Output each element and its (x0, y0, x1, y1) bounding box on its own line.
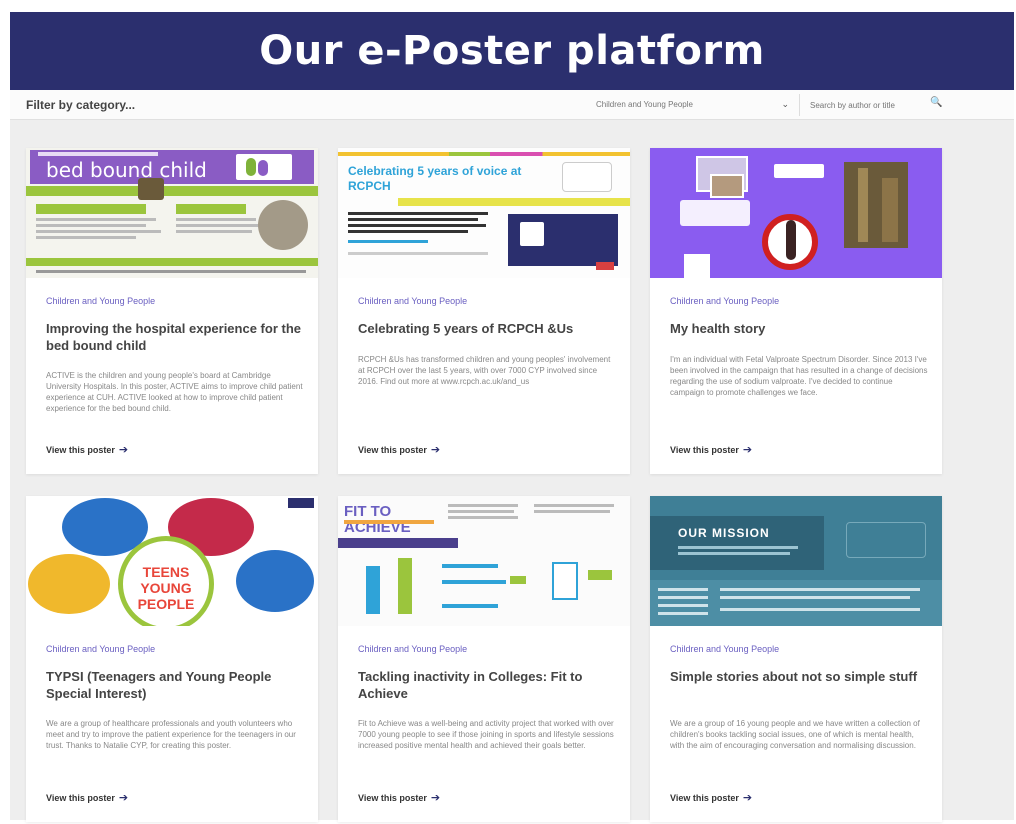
card-description: RCPCH &Us has transformed children and y… (358, 355, 611, 386)
platform-banner: Our e-Poster platform (10, 12, 1014, 90)
thumbnail-heading: TEENS YOUNG PEOPLE (137, 564, 195, 612)
view-poster-link[interactable]: View this poster ➔ (358, 791, 440, 804)
card-title[interactable]: My health story (670, 320, 926, 337)
view-poster-link[interactable]: View this poster ➔ (46, 791, 128, 804)
view-poster-label: View this poster (670, 793, 739, 803)
view-poster-link[interactable]: View this poster ➔ (670, 791, 752, 804)
poster-thumbnail[interactable]: FIT TO ACHIEVE (338, 496, 630, 626)
arrow-right-icon: ➔ (742, 444, 753, 456)
card-description: ACTIVE is the children and young people'… (46, 371, 303, 413)
poster-card[interactable]: bed bound child Children and Young Peopl… (26, 148, 318, 474)
poster-thumbnail[interactable] (650, 148, 942, 278)
thumbnail-heading: Celebrating 5 years of voice at RCPCH (348, 164, 522, 193)
card-title[interactable]: TYPSI (Teenagers and Young People Specia… (46, 668, 302, 702)
arrow-right-icon: ➔ (430, 792, 441, 804)
card-category[interactable]: Children and Young People (358, 644, 467, 654)
poster-thumbnail[interactable]: TEENS YOUNG PEOPLE (26, 496, 318, 626)
card-category[interactable]: Children and Young People (670, 644, 779, 654)
arrow-right-icon: ➔ (118, 444, 129, 456)
category-select-value: Children and Young People (596, 100, 693, 109)
search-icon[interactable]: 🔍 (930, 97, 942, 108)
card-title[interactable]: Celebrating 5 years of RCPCH &Us (358, 320, 614, 337)
card-description: Fit to Achieve was a well-being and acti… (358, 719, 614, 750)
card-category[interactable]: Children and Young People (46, 296, 155, 306)
poster-card[interactable]: Children and Young People My health stor… (650, 148, 942, 474)
arrow-right-icon: ➔ (742, 792, 753, 804)
arrow-right-icon: ➔ (430, 444, 441, 456)
thumbnail-heading: bed bound child (46, 158, 207, 182)
poster-thumbnail[interactable]: OUR MISSION (650, 496, 942, 626)
poster-card[interactable]: TEENS YOUNG PEOPLE Children and Young Pe… (26, 496, 318, 822)
view-poster-link[interactable]: View this poster ➔ (670, 443, 752, 456)
poster-card[interactable]: FIT TO ACHIEVE Children and Young People… (338, 496, 630, 822)
banner-title: Our e-Poster platform (259, 28, 765, 74)
poster-card[interactable]: Celebrating 5 years of voice at RCPCH Ch… (338, 148, 630, 474)
filter-bar: Filter by category... Children and Young… (10, 90, 1014, 120)
poster-gallery: Filter by category... Children and Young… (10, 90, 1014, 822)
poster-card[interactable]: OUR MISSION Children and Young People Si… (650, 496, 942, 822)
card-category[interactable]: Children and Young People (46, 644, 155, 654)
card-description: We are a group of 16 young people and we… (670, 719, 920, 750)
view-poster-link[interactable]: View this poster ➔ (46, 443, 128, 456)
card-title[interactable]: Improving the hospital experience for th… (46, 320, 302, 354)
view-poster-label: View this poster (46, 445, 115, 455)
card-category[interactable]: Children and Young People (358, 296, 467, 306)
view-poster-label: View this poster (46, 793, 115, 803)
view-poster-label: View this poster (670, 445, 739, 455)
view-poster-label: View this poster (358, 793, 427, 803)
thumbnail-heading: OUR MISSION (678, 526, 770, 540)
filter-label: Filter by category... (26, 98, 136, 112)
arrow-right-icon: ➔ (118, 792, 129, 804)
category-select[interactable]: Children and Young People ⌄ (588, 94, 800, 116)
card-category[interactable]: Children and Young People (670, 296, 779, 306)
chevron-down-icon: ⌄ (781, 99, 789, 109)
card-title[interactable]: Tackling inactivity in Colleges: Fit to … (358, 668, 614, 702)
view-poster-label: View this poster (358, 445, 427, 455)
card-title[interactable]: Simple stories about not so simple stuff (670, 668, 926, 685)
view-poster-link[interactable]: View this poster ➔ (358, 443, 440, 456)
poster-thumbnail[interactable]: Celebrating 5 years of voice at RCPCH (338, 148, 630, 278)
card-description: We are a group of healthcare professiona… (46, 719, 296, 750)
poster-thumbnail[interactable]: bed bound child (26, 148, 318, 278)
card-description: I'm an individual with Fetal Valproate S… (670, 355, 928, 397)
